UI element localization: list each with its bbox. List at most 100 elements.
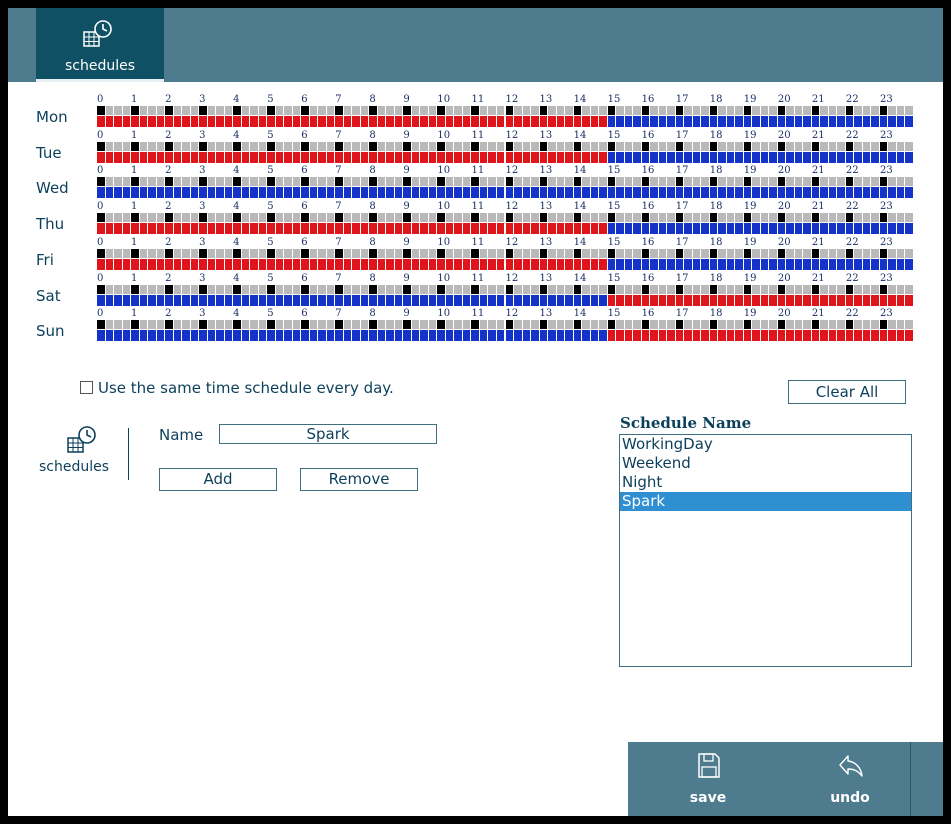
- schedule-cell[interactable]: [879, 151, 888, 163]
- schedule-cell[interactable]: [599, 294, 607, 306]
- schedule-cell[interactable]: [735, 116, 743, 127]
- schedule-cell[interactable]: [454, 223, 462, 235]
- schedule-cell[interactable]: [862, 258, 871, 270]
- schedule-cell[interactable]: [386, 258, 394, 270]
- schedule-cell[interactable]: [471, 151, 479, 163]
- schedule-cell[interactable]: [803, 223, 811, 235]
- schedule-cell[interactable]: [420, 330, 428, 342]
- schedule-cell[interactable]: [411, 330, 420, 342]
- schedule-cell[interactable]: [905, 116, 913, 127]
- schedule-cell[interactable]: [573, 330, 582, 342]
- schedule-cell[interactable]: [437, 294, 445, 306]
- schedule-cell[interactable]: [718, 330, 726, 342]
- schedule-cell[interactable]: [258, 187, 267, 199]
- schedule-cell[interactable]: [471, 330, 479, 342]
- schedule-cell[interactable]: [607, 258, 616, 270]
- schedule-cell[interactable]: [633, 151, 641, 163]
- schedule-cell[interactable]: [267, 294, 275, 306]
- schedule-cell[interactable]: [241, 116, 250, 127]
- schedule-cell[interactable]: [735, 187, 743, 199]
- schedule-cell[interactable]: [420, 187, 428, 199]
- schedule-cell[interactable]: [726, 294, 735, 306]
- schedule-cell[interactable]: [224, 187, 233, 199]
- schedule-cell[interactable]: [531, 330, 539, 342]
- schedule-cell[interactable]: [173, 116, 182, 127]
- schedule-cell[interactable]: [148, 258, 156, 270]
- schedule-cell[interactable]: [292, 151, 301, 163]
- schedule-cell[interactable]: [437, 223, 445, 235]
- schedule-cell[interactable]: [403, 294, 411, 306]
- schedule-cell[interactable]: [531, 151, 539, 163]
- schedule-cell[interactable]: [556, 330, 565, 342]
- schedule-cell[interactable]: [479, 330, 488, 342]
- schedule-cell[interactable]: [105, 330, 113, 342]
- schedule-cell[interactable]: [735, 223, 743, 235]
- schedule-cell[interactable]: [599, 151, 607, 163]
- schedule-cell[interactable]: [641, 330, 650, 342]
- schedule-cell[interactable]: [726, 223, 735, 235]
- schedule-cell[interactable]: [454, 116, 462, 127]
- schedule-cell[interactable]: [97, 223, 105, 235]
- schedule-cell[interactable]: [173, 330, 182, 342]
- schedule-cell[interactable]: [684, 294, 692, 306]
- schedule-cell[interactable]: [650, 294, 658, 306]
- schedule-cell[interactable]: [896, 151, 905, 163]
- schedule-cell[interactable]: [454, 330, 462, 342]
- schedule-cell[interactable]: [488, 151, 496, 163]
- schedule-cell[interactable]: [462, 294, 471, 306]
- schedule-cell[interactable]: [241, 258, 250, 270]
- schedule-cell[interactable]: [258, 258, 267, 270]
- day-schedule-bar[interactable]: [97, 187, 914, 199]
- schedule-cell[interactable]: [318, 116, 326, 127]
- schedule-cell[interactable]: [905, 187, 913, 199]
- schedule-cell[interactable]: [360, 294, 369, 306]
- schedule-cell[interactable]: [326, 116, 335, 127]
- schedule-cell[interactable]: [445, 187, 454, 199]
- schedule-cell[interactable]: [360, 116, 369, 127]
- schedule-cell[interactable]: [777, 151, 786, 163]
- schedule-cell[interactable]: [318, 151, 326, 163]
- schedule-cell[interactable]: [820, 151, 828, 163]
- schedule-cell[interactable]: [726, 330, 735, 342]
- schedule-cell[interactable]: [377, 294, 386, 306]
- schedule-cell[interactable]: [216, 294, 224, 306]
- schedule-cell[interactable]: [616, 116, 624, 127]
- schedule-cell[interactable]: [267, 151, 275, 163]
- schedule-cell[interactable]: [284, 116, 292, 127]
- schedule-cell[interactable]: [182, 223, 190, 235]
- schedule-cell[interactable]: [565, 187, 573, 199]
- schedule-cell[interactable]: [522, 294, 531, 306]
- schedule-cell[interactable]: [182, 116, 190, 127]
- schedule-cell[interactable]: [488, 187, 496, 199]
- schedule-cell[interactable]: [437, 151, 445, 163]
- schedule-cell[interactable]: [582, 294, 590, 306]
- schedule-cell[interactable]: [326, 294, 335, 306]
- schedule-cell[interactable]: [667, 294, 675, 306]
- schedule-cell[interactable]: [156, 330, 165, 342]
- schedule-cell[interactable]: [301, 116, 309, 127]
- schedule-cell[interactable]: [343, 187, 352, 199]
- schedule-cell[interactable]: [479, 187, 488, 199]
- schedule-cell[interactable]: [531, 116, 539, 127]
- schedule-cell[interactable]: [403, 187, 411, 199]
- schedule-cell[interactable]: [692, 187, 701, 199]
- schedule-cell[interactable]: [862, 294, 871, 306]
- schedule-cell[interactable]: [845, 330, 854, 342]
- schedule-cell[interactable]: [173, 187, 182, 199]
- schedule-cell[interactable]: [573, 223, 582, 235]
- schedule-cell[interactable]: [777, 116, 786, 127]
- schedule-cell[interactable]: [250, 151, 258, 163]
- schedule-cell[interactable]: [182, 294, 190, 306]
- schedule-cell[interactable]: [199, 223, 207, 235]
- schedule-cell[interactable]: [224, 116, 233, 127]
- schedule-cell[interactable]: [701, 330, 709, 342]
- schedule-cell[interactable]: [726, 116, 735, 127]
- schedule-cell[interactable]: [148, 151, 156, 163]
- schedule-cell[interactable]: [786, 187, 794, 199]
- day-schedule-bar[interactable]: [97, 151, 914, 163]
- schedule-cell[interactable]: [514, 151, 522, 163]
- schedule-cell[interactable]: [811, 258, 820, 270]
- schedule-cell[interactable]: [284, 187, 292, 199]
- schedule-cell[interactable]: [760, 294, 769, 306]
- schedule-cell[interactable]: [573, 258, 582, 270]
